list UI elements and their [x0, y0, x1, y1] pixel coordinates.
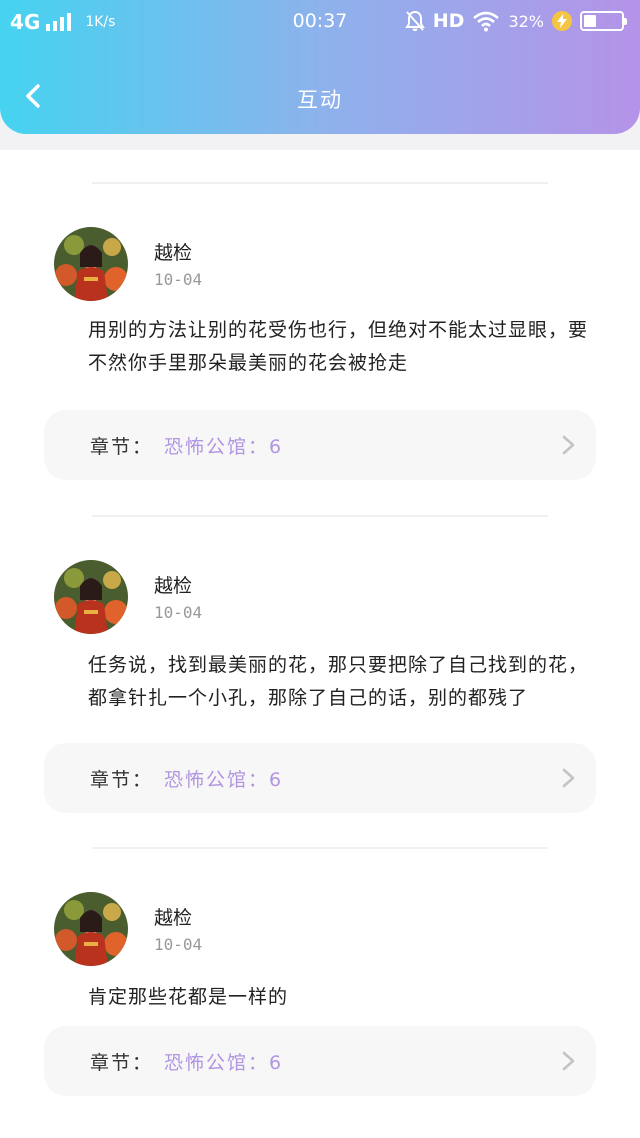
comment-text: 用别的方法让别的花受伤也行，但绝对不能太过显眼，要不然你手里那朵最美丽的花会被抢… — [88, 319, 589, 374]
comment-date: 10-04 — [154, 935, 203, 954]
avatar[interactable] — [54, 560, 128, 634]
page-title: 互动 — [297, 88, 343, 112]
comment-list: 越检 10-04 用别的方法让别的花受伤也行，但绝对不能太过显眼，要不然你手里那… — [0, 150, 640, 1138]
chevron-right-icon — [562, 435, 575, 455]
battery-icon — [580, 11, 627, 31]
username: 越检 — [154, 907, 193, 929]
hd-indicator: HD — [432, 10, 465, 32]
chapter-link[interactable]: 章节： 恐怖公馆：6 — [44, 1026, 596, 1096]
comment-text: 任务说，找到最美丽的花，那只要把除了自己找到的花，都拿针扎一个小孔，那除了自己的… — [88, 654, 589, 709]
chapter-value: 恐怖公馆：6 — [164, 436, 284, 458]
avatar[interactable] — [54, 892, 128, 966]
comment-date: 10-04 — [154, 603, 203, 622]
battery-percent: 32% — [508, 11, 544, 31]
comment-text: 肯定那些花都是一样的 — [88, 986, 289, 1008]
divider — [92, 182, 548, 184]
username: 越检 — [154, 242, 193, 264]
chapter-label: 章节： — [90, 769, 154, 791]
chapter-link[interactable]: 章节： 恐怖公馆：6 — [44, 410, 596, 480]
status-bar: 4G 1K/s 00:37 HD 32% — [0, 0, 640, 44]
chapter-label: 章节： — [90, 1052, 154, 1074]
username: 越检 — [154, 575, 193, 597]
chevron-right-icon — [562, 1051, 575, 1071]
chevron-right-icon — [562, 768, 575, 788]
mute-bell-icon — [404, 10, 425, 31]
chapter-value: 恐怖公馆：6 — [164, 769, 284, 791]
battery-fill — [584, 15, 596, 27]
chapter-label: 章节： — [90, 436, 154, 458]
comment-date: 10-04 — [154, 270, 203, 289]
divider — [92, 847, 548, 849]
chapter-value: 恐怖公馆：6 — [164, 1052, 284, 1074]
chapter-link[interactable]: 章节： 恐怖公馆：6 — [44, 743, 596, 813]
header: 4G 1K/s 00:37 HD 32% 互动 — [0, 0, 640, 134]
charging-icon — [552, 11, 572, 31]
divider — [92, 515, 548, 517]
wifi-icon — [473, 11, 500, 32]
avatar[interactable] — [54, 227, 128, 301]
